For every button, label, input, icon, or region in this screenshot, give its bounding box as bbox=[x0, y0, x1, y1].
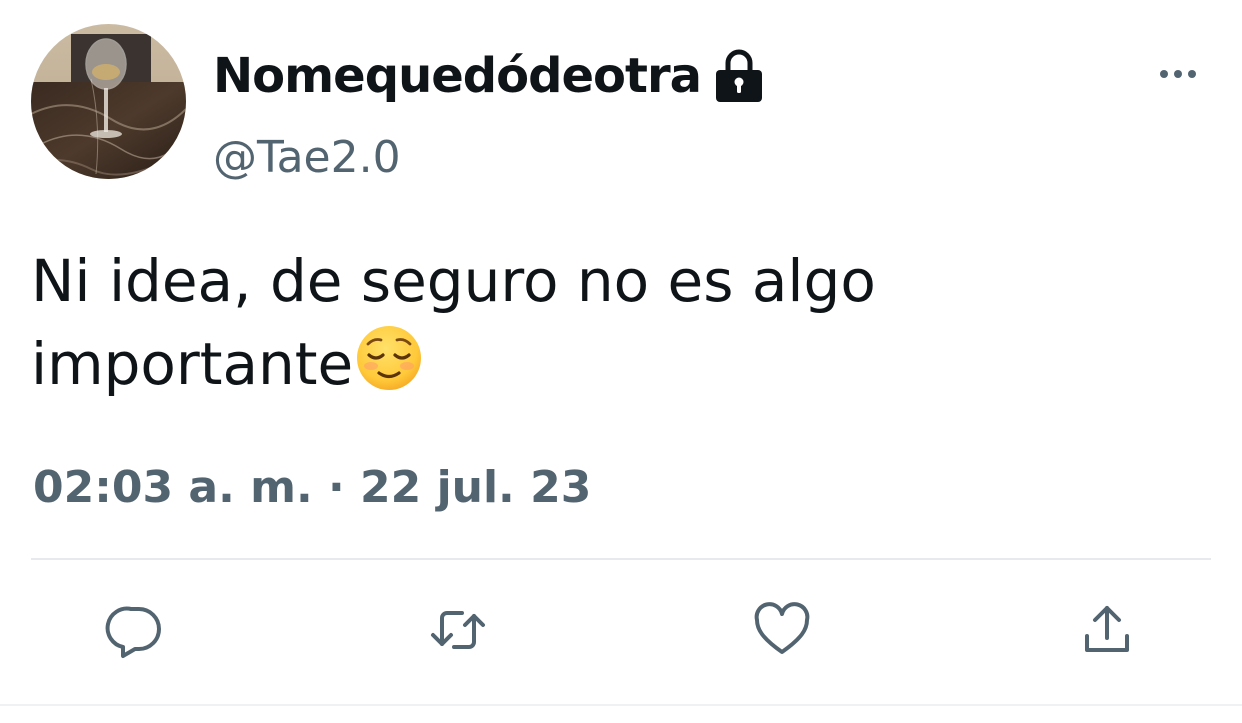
tweet-text: Ni idea, de seguro no es algo importante bbox=[31, 240, 1191, 406]
wine-glass-photo bbox=[31, 24, 186, 179]
share-button[interactable] bbox=[1075, 598, 1139, 662]
lock-icon bbox=[713, 48, 765, 104]
more-horizontal-icon[interactable] bbox=[1158, 62, 1198, 86]
reply-button[interactable] bbox=[103, 598, 167, 662]
handle[interactable]: @Tae2.0 bbox=[213, 132, 401, 183]
retweet-icon bbox=[431, 611, 485, 649]
author-name-row: Nomequedódeotra bbox=[213, 44, 765, 108]
tweet-line-1: Ni idea, de seguro no es algo bbox=[31, 247, 876, 315]
divider bbox=[31, 558, 1211, 560]
heart-icon bbox=[754, 602, 810, 654]
like-button[interactable] bbox=[750, 598, 814, 662]
tweet-line-2-text: importante bbox=[31, 330, 354, 398]
relieved-face-emoji bbox=[355, 324, 423, 392]
retweet-button[interactable] bbox=[426, 598, 490, 662]
share-upload-icon bbox=[1085, 606, 1129, 652]
avatar[interactable] bbox=[31, 24, 186, 179]
tweet-line-2: importante bbox=[31, 323, 1191, 406]
bottom-divider bbox=[0, 704, 1242, 706]
display-name[interactable]: Nomequedódeotra bbox=[213, 48, 702, 104]
tweet-timestamp[interactable]: 02:03 a. m. · 22 jul. 23 bbox=[33, 462, 591, 513]
speech-bubble-icon bbox=[105, 606, 161, 658]
